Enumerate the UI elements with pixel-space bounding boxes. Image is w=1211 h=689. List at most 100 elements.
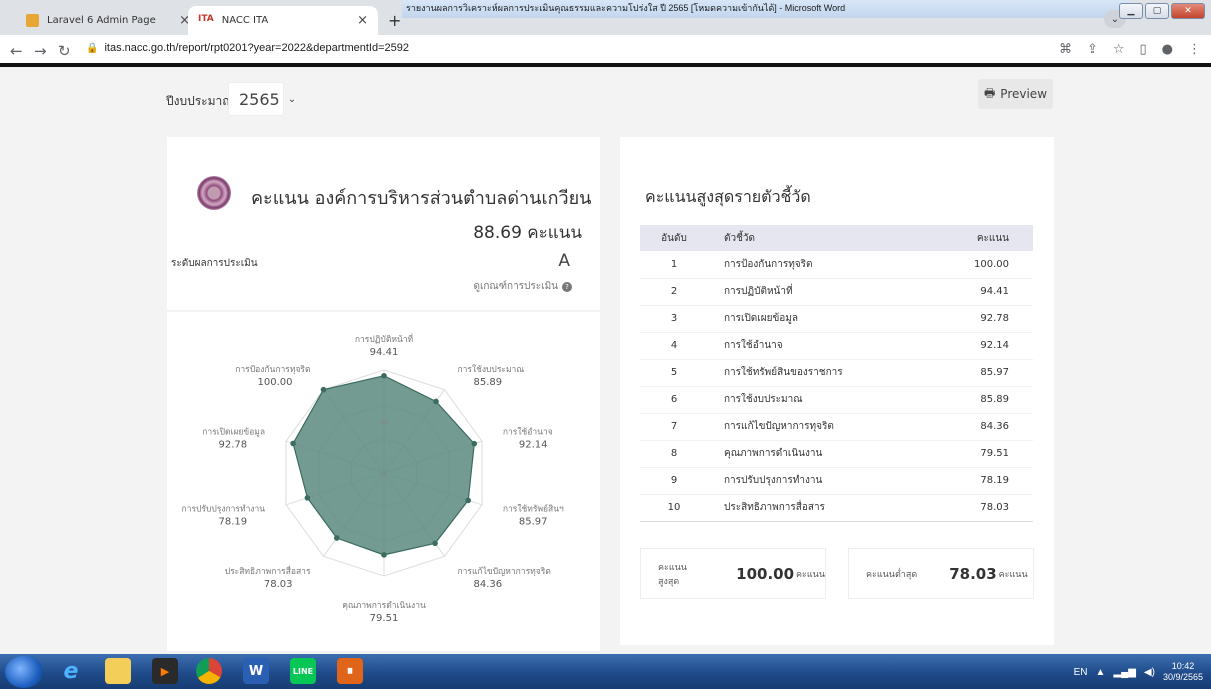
score-cell: 78.19	[958, 467, 1033, 495]
table-row: 5 การใช้ทรัพย์สินของราชการ 85.97	[640, 359, 1033, 387]
system-tray: EN ▲ ▂▄▆ ◀) 10:42 30/9/2565	[1074, 661, 1203, 683]
media-player-icon[interactable]: ▶	[152, 658, 178, 684]
radar-axis-label: การป้องกันการทุจริต	[235, 364, 310, 375]
start-button[interactable]	[5, 656, 43, 688]
indicator-cell: การใช้งบประมาณ	[708, 386, 958, 414]
table-row: 10 ประสิทธิภาพการสื่อสาร 78.03	[640, 494, 1033, 522]
radar-chart: 50 0 การปฏิบัติหน้าที่ 94.41 การใช้งบประมาณ 8…	[182, 333, 564, 624]
radar-ring-label: 50	[380, 419, 389, 427]
side-panel-icon[interactable]: ▯	[1140, 42, 1147, 57]
radar-data-point	[471, 440, 478, 447]
max-score-unit: คะแนน	[796, 569, 825, 580]
radar-axis-value: 78.19	[218, 517, 247, 528]
score-cell: 94.41	[958, 278, 1033, 306]
table-row: 4 การใช้อำนาจ 92.14	[640, 332, 1033, 360]
ita-favicon-icon: ITA	[198, 14, 214, 24]
score-summary-card: คะแนน องค์การบริหารส่วนตำบลด่านเกวียน 88…	[167, 137, 600, 310]
table-row: 8 คุณภาพการดำเนินงาน 79.51	[640, 440, 1033, 468]
tab-nacc-ita[interactable]: ITA NACC ITA ×	[188, 6, 378, 35]
table-row: 2 การปฏิบัติหน้าที่ 94.41	[640, 278, 1033, 306]
bookmark-star-icon[interactable]: ☆	[1113, 42, 1125, 57]
file-explorer-icon[interactable]	[105, 658, 131, 684]
language-indicator[interactable]: EN	[1074, 667, 1088, 678]
indicator-cell: การใช้อำนาจ	[708, 332, 958, 360]
radar-data-point	[465, 497, 472, 504]
criteria-link-label: ดูเกณฑ์การประเมิน	[473, 281, 558, 292]
windows-taskbar: e ▶ W LINE ⏸ EN ▲ ▂▄▆ ◀) 10:42 30/9/2565	[0, 654, 1211, 689]
rank-cell: 7	[640, 413, 708, 441]
back-icon[interactable]: ←	[10, 42, 23, 60]
ranking-body: 1 การป้องกันการทุจริต 100.00 2 การปฏิบัติหน้…	[640, 251, 1033, 522]
organization-title: คะแนน องค์การบริหารส่วนตำบลด่านเกวียน	[251, 188, 592, 209]
indicator-cell: การปรับปรุงการทำงาน	[708, 467, 958, 495]
score-cell: 85.89	[958, 386, 1033, 414]
preview-button[interactable]: 🖶 Preview	[978, 79, 1053, 109]
menu-dots-icon[interactable]: ⋮	[1188, 42, 1201, 57]
min-score-unit: คะแนน	[998, 569, 1028, 580]
indicator-cell: คุณภาพการดำเนินงาน	[708, 440, 958, 468]
tab-laravel-admin[interactable]: Laravel 6 Admin Page ×	[16, 6, 200, 35]
ranking-table: อันดับ ตัวชี้วัด คะแนน 1 การป้องกันการทุจ…	[640, 225, 1033, 522]
browser-toolbar: ⌘ ⇪ ☆ ▯ ● ⋮	[1059, 42, 1201, 57]
chrome-icon[interactable]	[196, 658, 222, 684]
window-controls: ▁ ▢ ✕	[1119, 3, 1205, 19]
internet-explorer-icon[interactable]: e	[58, 658, 84, 684]
ranking-title: คะแนนสูงสุดรายตัวชี้วัด	[645, 187, 811, 206]
score-cell: 85.97	[958, 359, 1033, 387]
level-value: A	[558, 251, 570, 271]
clock[interactable]: 10:42 30/9/2565	[1163, 661, 1203, 683]
clock-time: 10:42	[1171, 661, 1195, 671]
preview-label: Preview	[1000, 87, 1048, 101]
profile-icon[interactable]: ●	[1162, 42, 1173, 57]
rank-cell: 6	[640, 386, 708, 414]
chevron-down-icon: ⌄	[287, 93, 297, 105]
score-cell: 92.14	[958, 332, 1033, 360]
table-row: 3 การเปิดเผยข้อมูล 92.78	[640, 305, 1033, 333]
rank-cell: 4	[640, 332, 708, 360]
printer-icon: 🖶	[983, 85, 996, 100]
signal-icon[interactable]: ▂▄▆	[1113, 667, 1135, 678]
close-window-icon[interactable]: ✕	[1171, 3, 1205, 19]
score-cell: 92.78	[958, 305, 1033, 333]
word-icon[interactable]: W	[243, 658, 269, 684]
rank-cell: 2	[640, 278, 708, 306]
radar-data-point	[381, 552, 387, 558]
app-icon[interactable]: ⏸	[337, 658, 363, 684]
header-indicator: ตัวชี้วัด	[708, 225, 958, 251]
radar-data-point	[433, 398, 439, 405]
address-bar: ← → ↻ 🔒 itas.nacc.go.th/report/rpt0201?ye…	[0, 35, 1211, 67]
score-cell: 79.51	[958, 440, 1033, 468]
laravel-favicon-icon	[26, 14, 39, 27]
radar-axis-value: 92.14	[519, 439, 548, 450]
budget-year-select[interactable]: 2565 ⌄	[228, 82, 296, 116]
radar-data-point	[290, 440, 296, 447]
ranking-card: คะแนนสูงสุดรายตัวชี้วัด อันดับ ตัวชี้วัด…	[620, 137, 1054, 645]
minimize-icon[interactable]: ▁	[1119, 3, 1143, 19]
forward-icon[interactable]: →	[34, 42, 47, 60]
score-cell: 100.00	[958, 251, 1033, 279]
network-icon[interactable]: ▲	[1096, 667, 1106, 678]
radar-axis-value: 79.51	[370, 613, 399, 624]
radar-ring-label: 0	[382, 470, 386, 478]
line-app-icon[interactable]: LINE	[290, 658, 316, 684]
table-row: 9 การปรับปรุงการทำงาน 78.19	[640, 467, 1033, 495]
tab-close-icon[interactable]: ×	[357, 13, 368, 28]
max-score-box: คะแนนสูงสุด 100.00 คะแนน	[640, 548, 826, 599]
share-icon[interactable]: ⇪	[1087, 42, 1098, 57]
radar-axis-value: 92.78	[218, 439, 247, 450]
new-tab-icon[interactable]: +	[388, 11, 401, 30]
reload-icon[interactable]: ↻	[58, 42, 71, 60]
header-score: คะแนน	[958, 225, 1033, 251]
criteria-link[interactable]: ดูเกณฑ์การประเมิน?	[473, 279, 572, 294]
radar-data-point	[333, 535, 340, 541]
url-field[interactable]: 🔒 itas.nacc.go.th/report/rpt0201?year=202…	[86, 42, 409, 54]
indicator-cell: ประสิทธิภาพการสื่อสาร	[708, 494, 958, 522]
maximize-icon[interactable]: ▢	[1145, 3, 1169, 19]
volume-icon[interactable]: ◀)	[1144, 667, 1155, 678]
translate-icon[interactable]: ⌘	[1059, 42, 1072, 57]
budget-year-label: ปีงบประมาณ	[166, 94, 234, 108]
radar-axis-value: 85.97	[519, 517, 548, 528]
radar-axis-label: การใช้ทรัพย์สินฯ	[503, 504, 564, 515]
tab-label: Laravel 6 Admin Page	[47, 15, 156, 26]
tab-label: NACC ITA	[221, 15, 269, 26]
